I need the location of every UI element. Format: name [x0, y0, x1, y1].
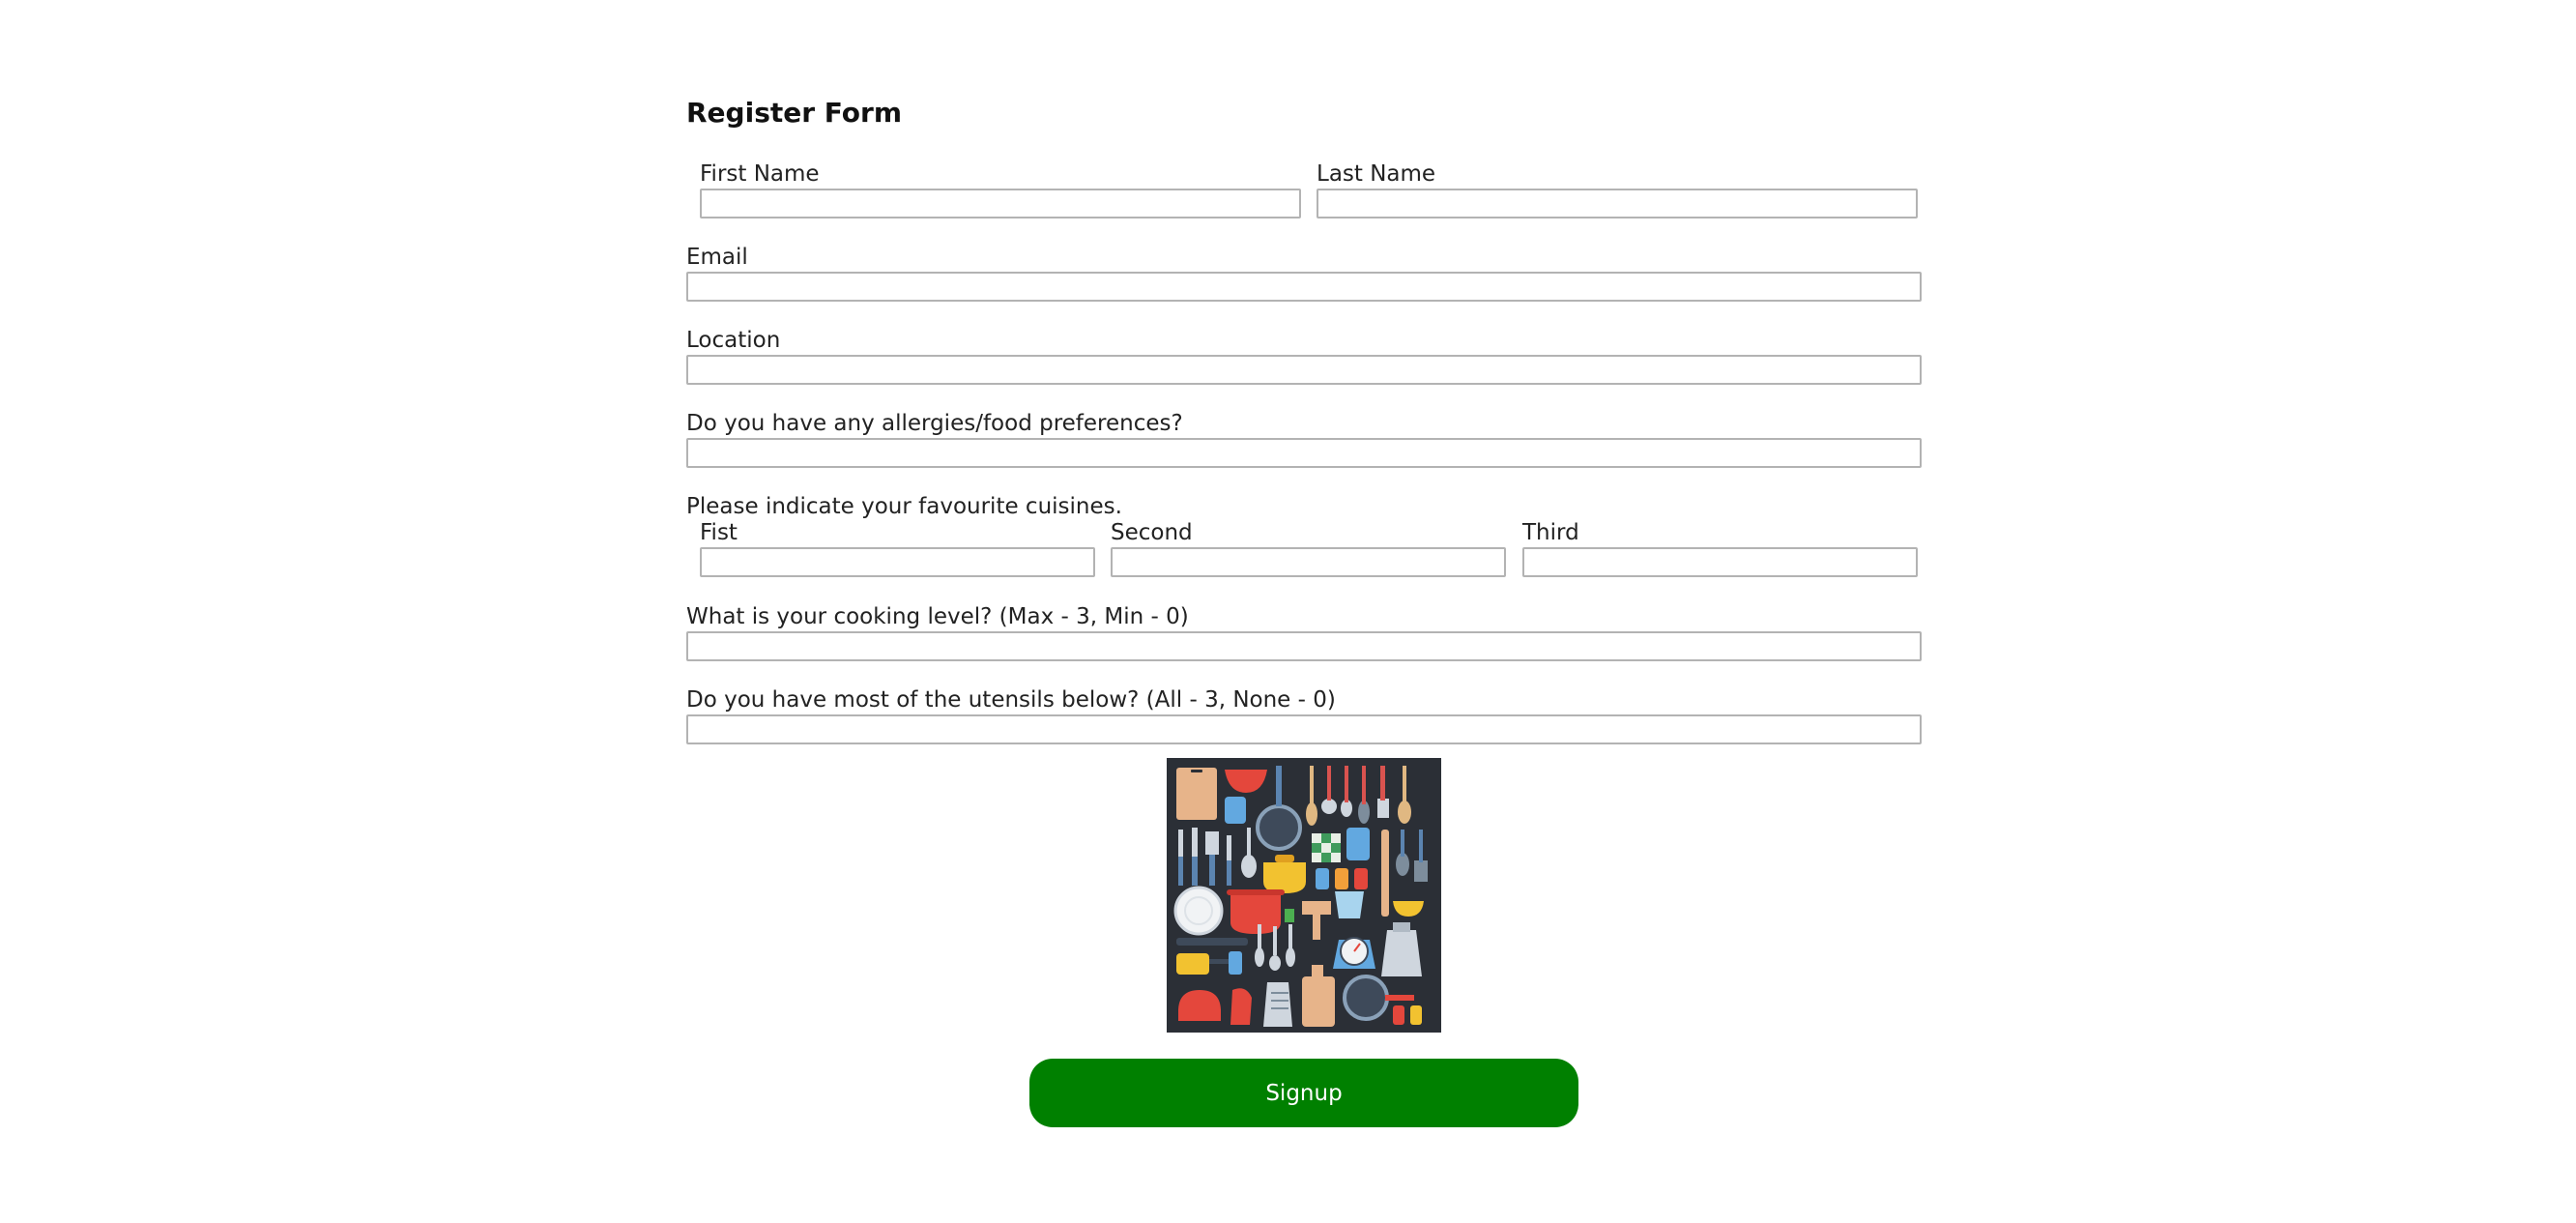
- signup-button[interactable]: Signup: [1029, 1059, 1578, 1127]
- cuisine-first-label: Fist: [700, 520, 738, 545]
- utensils-input[interactable]: [686, 714, 1922, 744]
- allergies-input[interactable]: [686, 438, 1922, 468]
- utensils-label: Do you have most of the utensils below? …: [686, 687, 1336, 713]
- allergies-label: Do you have any allergies/food preferenc…: [686, 411, 1183, 436]
- location-input[interactable]: [686, 355, 1922, 385]
- first-name-input[interactable]: [700, 189, 1301, 218]
- utensils-image: [1167, 758, 1441, 1033]
- cuisines-label: Please indicate your favourite cuisines.: [686, 494, 1122, 519]
- last-name-input[interactable]: [1317, 189, 1918, 218]
- location-label: Location: [686, 328, 781, 353]
- cooking-level-label: What is your cooking level? (Max - 3, Mi…: [686, 604, 1189, 629]
- cuisine-third-label: Third: [1522, 520, 1579, 545]
- form-title: Register Form: [686, 97, 903, 129]
- email-label: Email: [686, 245, 748, 270]
- cuisine-third-input[interactable]: [1522, 547, 1918, 577]
- last-name-label: Last Name: [1317, 161, 1436, 187]
- email-input[interactable]: [686, 272, 1922, 302]
- utensils-illustration-icon: [1167, 758, 1441, 1033]
- cooking-level-input[interactable]: [686, 631, 1922, 661]
- cuisine-second-input[interactable]: [1111, 547, 1506, 577]
- cuisine-second-label: Second: [1111, 520, 1193, 545]
- cuisine-first-input[interactable]: [700, 547, 1095, 577]
- page: Register Form First Name Last Name Email…: [0, 0, 2576, 1223]
- first-name-label: First Name: [700, 161, 820, 187]
